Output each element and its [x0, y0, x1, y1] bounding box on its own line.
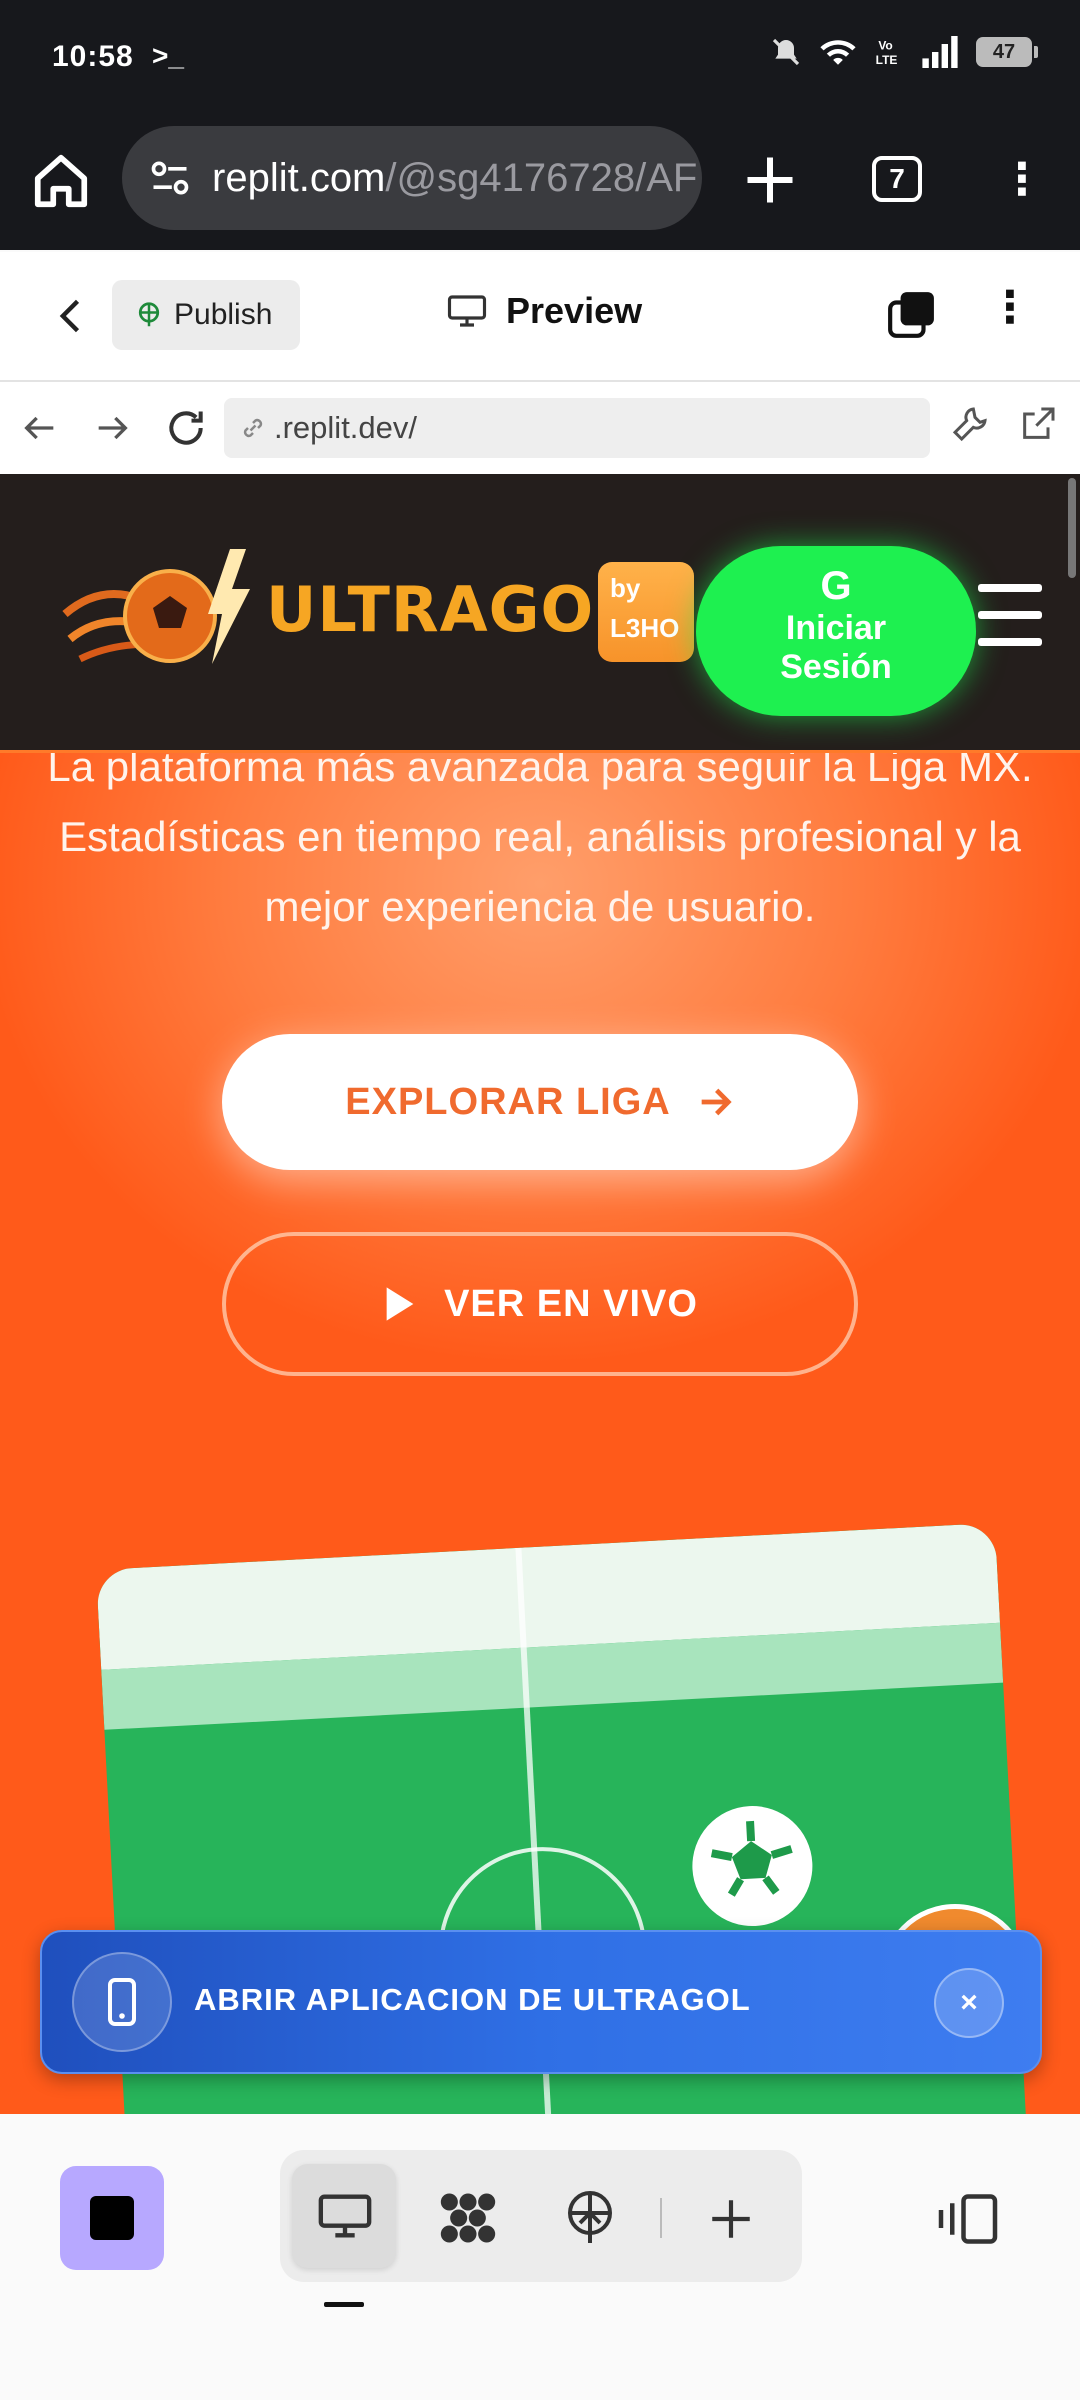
logo-ball-icon — [62, 549, 250, 664]
monitor-icon — [447, 295, 487, 327]
dots-cluster-icon[interactable] — [436, 2186, 500, 2250]
webview-address[interactable]: .replit.dev/ — [224, 398, 930, 458]
status-bar: 10:58 >_ Vo LTE 47 — [0, 0, 1080, 122]
close-icon[interactable]: × — [934, 1968, 1004, 2038]
mute-icon — [772, 38, 800, 66]
nav-back-icon[interactable] — [20, 408, 60, 448]
play-icon — [386, 1287, 414, 1321]
publish-label: Publish — [174, 298, 273, 331]
menu-icon[interactable]: ⋮ — [1000, 150, 1044, 210]
reload-icon[interactable] — [164, 406, 208, 450]
open-app-banner[interactable]: ABRIR APLICACION DE ULTRAGOL × — [40, 1930, 1042, 2074]
link-icon — [243, 418, 263, 438]
battery-indicator: 47 — [976, 37, 1038, 67]
tabs-icon[interactable]: 7 — [872, 156, 922, 202]
wifi-icon — [820, 40, 856, 65]
google-icon: G — [820, 564, 852, 608]
url-host: replit.com — [212, 155, 386, 200]
site-settings-icon[interactable] — [148, 156, 192, 200]
wrench-icon[interactable] — [950, 404, 990, 444]
by-badge: by L3HO — [598, 562, 694, 662]
url-bar[interactable]: replit.com/@sg4176728/AF — [122, 126, 702, 230]
by-badge-line2: L3HO — [610, 613, 680, 643]
publish-icon — [138, 302, 160, 327]
add-tool-icon[interactable] — [706, 2194, 756, 2244]
preview-label: Preview — [506, 290, 643, 331]
nav-forward-icon[interactable] — [92, 408, 132, 448]
stop-icon[interactable] — [60, 2166, 164, 2270]
volte-icon: VoLTE — [876, 38, 898, 67]
split-view-icon[interactable] — [936, 2192, 1000, 2246]
site-viewport: La plataforma más avanzada para seguir l… — [0, 474, 1080, 2114]
login-line1: Iniciar — [785, 609, 887, 647]
terminal-indicator: >_ — [152, 40, 184, 71]
status-time: 10:58 — [52, 40, 134, 73]
active-tool-indicator — [324, 2302, 364, 2307]
ultragol-logo[interactable]: ULTRAGOL — [60, 544, 635, 674]
layers-icon[interactable] — [886, 290, 936, 340]
deploy-icon[interactable] — [560, 2186, 620, 2250]
replit-menu-icon[interactable]: ⋮ — [988, 282, 1032, 333]
back-icon[interactable] — [50, 294, 94, 338]
login-button[interactable]: G Iniciar Sesión — [696, 546, 976, 716]
preview-tab[interactable]: Preview — [446, 290, 642, 332]
site-header: ULTRAGOL by L3HO G Iniciar Sesión — [0, 474, 1080, 753]
svg-text:LTE: LTE — [876, 53, 898, 67]
home-icon[interactable] — [30, 150, 92, 212]
hero-description: La plataforma más avanzada para seguir l… — [47, 743, 1033, 930]
external-link-icon[interactable] — [1018, 404, 1058, 444]
url-text: replit.com/@sg4176728/AF — [212, 156, 697, 201]
logo-text: ULTRAGOL — [266, 572, 635, 646]
live-label: VER EN VIVO — [444, 1282, 698, 1325]
address-text: .replit.dev/ — [274, 410, 418, 445]
plus-icon[interactable] — [740, 150, 800, 210]
banner-text: ABRIR APLICACION DE ULTRAGOL — [194, 1982, 751, 2017]
watch-live-button[interactable]: VER EN VIVO — [222, 1232, 858, 1376]
signal-icon — [922, 36, 958, 68]
scrollbar-thumb[interactable] — [1068, 478, 1076, 578]
login-line2: Sesión — [780, 648, 892, 686]
phone-icon — [72, 1952, 172, 2052]
preview-icon[interactable] — [316, 2190, 374, 2242]
explore-league-button[interactable]: EXPLORAR LIGA — [222, 1034, 858, 1170]
tool-separator — [660, 2198, 662, 2238]
publish-button[interactable]: Publish — [112, 280, 300, 350]
status-icons: Vo LTE 47 — [770, 36, 1038, 68]
soccer-ball-icon — [689, 1802, 816, 1930]
explore-label: EXPLORAR LIGA — [345, 1080, 671, 1123]
svg-text:Vo: Vo — [878, 38, 892, 52]
by-badge-line1: by — [610, 573, 641, 603]
url-path: /@sg4176728/AF — [385, 155, 698, 200]
hamburger-icon[interactable] — [978, 584, 1042, 646]
arrow-right-icon — [701, 1088, 732, 1116]
